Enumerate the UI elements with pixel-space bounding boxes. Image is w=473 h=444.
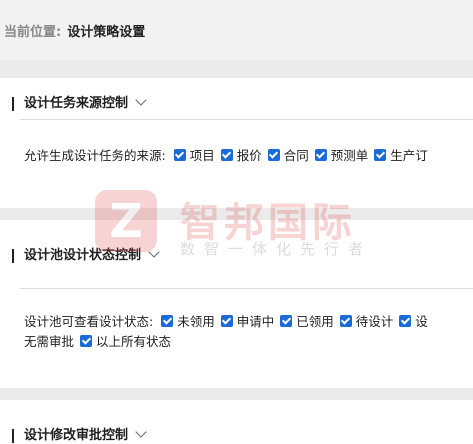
checkbox-checked-icon[interactable] bbox=[314, 148, 327, 161]
checkbox-checked-icon[interactable] bbox=[339, 314, 352, 327]
breadcrumb-prefix: 当前位置: bbox=[4, 25, 62, 40]
source-section-header[interactable]: 设计任务来源控制 bbox=[12, 94, 147, 112]
checkbox-label: 设 bbox=[415, 314, 428, 329]
pool-options-row: 设计池可查看设计状态: 未领用 申请中 已领用 待设计 设 bbox=[24, 311, 434, 330]
breadcrumb: 当前位置: 设计策略设置 bbox=[4, 21, 145, 40]
checkbox-pending-design[interactable]: 待设计 bbox=[339, 311, 394, 330]
chevron-down-icon[interactable] bbox=[135, 94, 147, 106]
checkbox-checked-icon[interactable] bbox=[173, 148, 186, 161]
checkbox-checked-icon[interactable] bbox=[220, 148, 233, 161]
breadcrumb-current: 设计策略设置 bbox=[67, 25, 146, 40]
checkbox-project[interactable]: 项目 bbox=[173, 145, 215, 164]
pool-label: 设计池可查看设计状态: bbox=[24, 314, 154, 329]
modify-section-title: 设计修改审批控制 bbox=[24, 428, 129, 443]
chevron-down-icon[interactable] bbox=[148, 246, 160, 258]
checkbox-forecast[interactable]: 预测单 bbox=[314, 145, 369, 164]
checkbox-checked-icon[interactable] bbox=[161, 314, 174, 327]
checkbox-label: 待设计 bbox=[355, 314, 394, 329]
checkbox-checked-icon[interactable] bbox=[374, 148, 387, 161]
pool-status-panel: 设计池设计状态控制 设计池可查看设计状态: 未领用 申请中 已领用 待设计 设 … bbox=[0, 220, 473, 388]
checkbox-quote[interactable]: 报价 bbox=[220, 145, 262, 164]
divider bbox=[20, 288, 473, 289]
checkbox-label: 生产订 bbox=[390, 148, 428, 163]
checkbox-checked-icon[interactable] bbox=[280, 314, 293, 327]
modify-approval-panel: 设计修改审批控制 bbox=[0, 400, 473, 444]
checkbox-applying[interactable]: 申请中 bbox=[220, 311, 275, 330]
checkbox-label: 以上所有状态 bbox=[96, 334, 172, 349]
source-control-panel: 设计任务来源控制 允许生成设计任务的来源: 项目 报价 合同 预测单 生产订 bbox=[0, 78, 473, 208]
checkbox-production-order[interactable]: 生产订 bbox=[374, 145, 428, 164]
checkbox-contract[interactable]: 合同 bbox=[267, 145, 309, 164]
modify-section-header[interactable]: 设计修改审批控制 bbox=[12, 426, 147, 444]
checkbox-checked-icon[interactable] bbox=[399, 314, 412, 327]
top-bar: 当前位置: 设计策略设置 bbox=[0, 0, 473, 60]
checkbox-label: 项目 bbox=[189, 148, 215, 163]
checkbox-claimed[interactable]: 已领用 bbox=[280, 311, 334, 330]
pool-section-header[interactable]: 设计池设计状态控制 bbox=[12, 246, 160, 264]
checkbox-all-statuses[interactable]: 以上所有状态 bbox=[80, 331, 171, 350]
checkbox-checked-icon[interactable] bbox=[220, 314, 233, 327]
checkbox-label: 预测单 bbox=[330, 148, 369, 163]
source-options-row: 允许生成设计任务的来源: 项目 报价 合同 预测单 生产订 bbox=[24, 145, 434, 164]
checkbox-checked-icon[interactable] bbox=[80, 334, 93, 347]
pool-section-title: 设计池设计状态控制 bbox=[24, 248, 142, 263]
pool-options-row-2: 无需审批 以上所有状态 bbox=[24, 331, 177, 350]
checkbox-label: 未领用 bbox=[177, 314, 215, 329]
checkbox-unclaimed[interactable]: 未领用 bbox=[161, 311, 215, 330]
checkbox-checked-icon[interactable] bbox=[267, 148, 280, 161]
checkbox-label: 报价 bbox=[236, 148, 262, 163]
checkbox-label: 已领用 bbox=[296, 314, 334, 329]
checkbox-label: 申请中 bbox=[236, 314, 275, 329]
checkbox-designing[interactable]: 设 bbox=[399, 311, 428, 330]
source-section-title: 设计任务来源控制 bbox=[24, 96, 129, 111]
no-approval-text: 无需审批 bbox=[24, 334, 75, 349]
chevron-down-icon[interactable] bbox=[135, 426, 147, 438]
source-label: 允许生成设计任务的来源: bbox=[24, 148, 166, 163]
divider bbox=[20, 119, 473, 120]
checkbox-label: 合同 bbox=[283, 148, 309, 163]
